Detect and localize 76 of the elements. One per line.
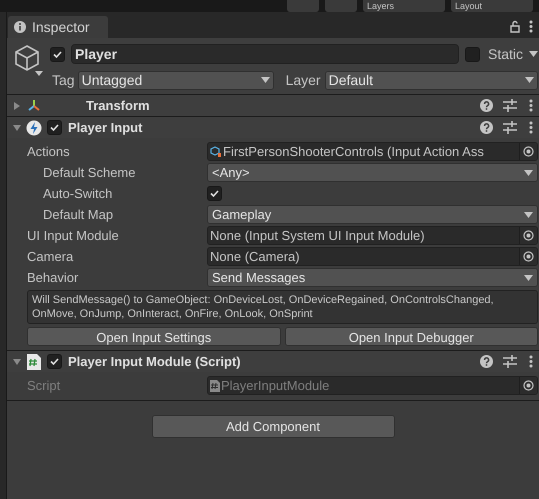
property-label: Auto-Switch <box>42 184 114 203</box>
lock-icon[interactable] <box>509 20 521 33</box>
dropdown-caret-icon <box>525 77 534 83</box>
preset-sliders-icon[interactable] <box>503 355 517 368</box>
preset-sliders-icon[interactable] <box>503 99 517 112</box>
help-icon[interactable] <box>480 355 493 368</box>
dropdown[interactable]: Gameplay <box>207 205 538 224</box>
static-label: Static <box>488 44 523 64</box>
check-icon <box>52 48 63 60</box>
static-caret-icon <box>529 51 538 57</box>
help-icon[interactable] <box>480 99 493 112</box>
expand-arrow-icon[interactable] <box>13 102 21 110</box>
more-options-icon[interactable] <box>529 355 533 368</box>
property-label: Camera <box>26 248 74 266</box>
toolbar-dropdown[interactable]: Layers <box>363 0 445 12</box>
checkbox[interactable] <box>47 120 62 135</box>
more-options-icon[interactable] <box>529 121 533 134</box>
tag-dropdown[interactable]: Untagged <box>78 70 274 90</box>
more-options-icon[interactable] <box>529 20 533 33</box>
tab-title: Inspector <box>32 18 90 37</box>
dropdown[interactable]: Send Messages <box>207 268 538 287</box>
object-field-value: None (Input System UI Input Module) <box>210 227 425 244</box>
name-field[interactable]: Player <box>71 44 459 64</box>
dropdown[interactable]: <Any> <box>207 163 538 182</box>
object-field-value: FirstPersonShooterControls (Input Action Ass <box>223 143 484 160</box>
tag-label: Tag <box>52 70 75 90</box>
dropdown-caret-icon <box>524 274 533 280</box>
more-options-icon[interactable] <box>529 99 533 112</box>
cube-icon[interactable] <box>14 44 40 72</box>
check-icon <box>49 122 60 133</box>
axes-icon <box>26 98 42 114</box>
inspector-tab[interactable]: Inspector <box>8 16 108 38</box>
object-picker-button[interactable] <box>519 377 537 394</box>
info-icon <box>14 21 26 33</box>
dropdown-caret-icon[interactable] <box>35 71 43 76</box>
script-icon <box>27 354 41 370</box>
object-picker-button[interactable] <box>519 248 537 265</box>
layer-label: Layer <box>286 70 321 90</box>
lightning-icon <box>26 120 42 136</box>
help-box: Will SendMessage() to GameObject: OnDeviceLost, OnDeviceRegained, OnControlsChanged, OnMove, OnJump, OnInteract, OnFire, OnLook, OnSprint <box>27 290 538 324</box>
toolbar-dropdown[interactable]: Layout <box>451 0 533 12</box>
asset-icon <box>210 146 222 158</box>
property-label: Script <box>26 376 62 395</box>
collapse-arrow-icon[interactable] <box>13 358 21 366</box>
object-picker-button[interactable] <box>519 143 537 160</box>
help-icon[interactable] <box>480 121 493 134</box>
property-label: Behavior <box>26 268 80 287</box>
component-title: Player Input <box>68 118 142 137</box>
checkbox[interactable] <box>464 46 480 62</box>
component-title: Transform <box>86 96 150 115</box>
dropdown-caret-icon <box>524 212 533 218</box>
property-label: Default Map <box>42 206 114 224</box>
object-field[interactable]: None (Input System UI Input Module) <box>207 226 538 245</box>
dropdown-caret-icon <box>524 170 533 176</box>
dropdown-caret-icon <box>260 77 270 83</box>
action-button[interactable]: Open Input Settings <box>27 327 280 346</box>
checkbox[interactable] <box>47 354 62 369</box>
collapse-arrow-icon[interactable] <box>13 124 21 132</box>
object-field-value: PlayerInputModule <box>221 377 330 394</box>
property-label: UI Input Module <box>26 226 120 245</box>
object-field-value: None (Camera) <box>210 248 300 265</box>
preset-sliders-icon[interactable] <box>503 121 517 134</box>
property-label: Actions <box>26 142 71 161</box>
add-component-button[interactable]: Add Component <box>152 415 394 438</box>
checkbox[interactable] <box>50 46 65 62</box>
script-icon <box>210 380 220 392</box>
check-icon <box>209 188 220 199</box>
component-title: Player Input Module (Script) <box>68 352 241 371</box>
property-label: Default Scheme <box>42 164 136 182</box>
layer-dropdown[interactable]: Default <box>324 70 538 90</box>
check-icon <box>49 356 60 367</box>
action-button[interactable]: Open Input Debugger <box>284 327 538 346</box>
object-field[interactable]: FirstPersonShooterControls (Input Action Ass <box>207 142 538 161</box>
checkbox[interactable] <box>207 186 222 201</box>
object-picker-button[interactable] <box>519 227 537 244</box>
object-field[interactable]: None (Camera) <box>207 247 538 266</box>
